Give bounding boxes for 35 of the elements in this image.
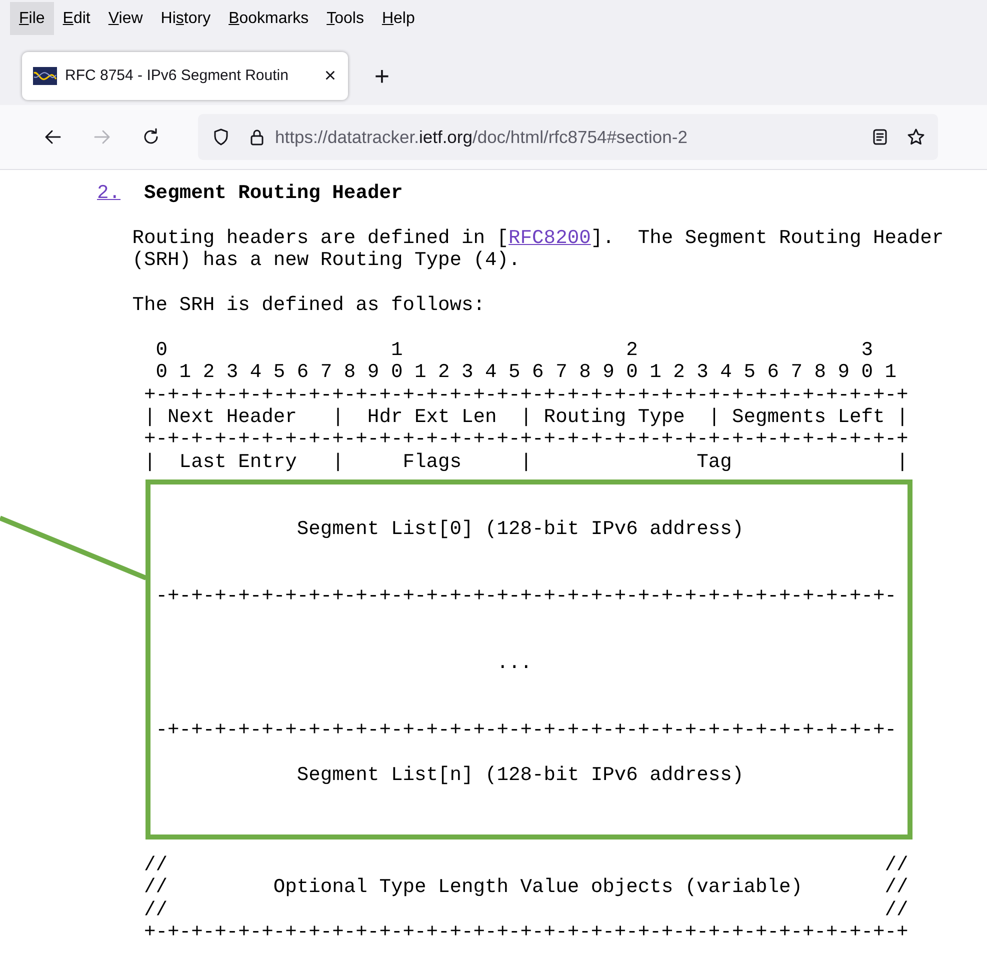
reference-link[interactable]: RFC8200 (508, 226, 591, 249)
diagram-line: -+-+-+-+-+-+-+-+-+-+-+-+-+-+-+-+-+-+-+-+-+-+-+-+-+-+-+-+-+-+-+- (154, 719, 897, 742)
diagram-line: 0 1 2 3 (154, 338, 874, 362)
menu-item[interactable]: View (99, 2, 152, 35)
paragraph-line: The SRH is defined as follows: (132, 294, 486, 316)
menu-item[interactable]: File (10, 2, 54, 35)
new-tab-button[interactable]: + (362, 56, 402, 96)
diagram-line: 0 1 2 3 4 5 6 7 8 9 0 1 2 3 4 5 6 7 8 9 0 1 2 3 4 5 6 7 8 9 0 1 (154, 361, 897, 384)
menu-item[interactable]: History (152, 2, 220, 35)
diagram-line: +-+-+-+-+-+-+-+-+-+-+-+-+-+-+-+-+-+-+-+-+-+-+-+-+-+-+-+-+-+-+-+-+ (144, 384, 908, 406)
diagram-line: ... (496, 652, 532, 675)
favicon-icon (33, 67, 57, 85)
section-heading: Segment Routing Header (144, 182, 403, 204)
paragraph-line: (SRH) has a new Routing Type (4). (132, 249, 520, 272)
diagram-line: +-+-+-+-+-+-+-+-+-+-+-+-+-+-+-+-+-+-+-+-+-+-+-+-+-+-+-+-+-+-+-+-+ (144, 920, 908, 944)
menu-item[interactable]: Bookmarks (220, 2, 318, 35)
diagram-line: Segment List[0] (128-bit IPv6 address) (296, 518, 744, 540)
diagram-line: // Optional Type Length Value objects (variable) // (144, 876, 908, 899)
close-icon[interactable]: × (324, 66, 336, 86)
menu-item[interactable]: Tools (318, 2, 373, 35)
paragraph-line: Routing headers are defined in [RFC8200]. The Segment Routing Header (132, 226, 944, 250)
diagram-line: | Next Header | Hdr Ext Len | Routing Type | Segments Left | (144, 406, 908, 428)
diagram-line: // // (144, 854, 908, 876)
tab-title: RFC 8754 - IPv6 Segment Routin (65, 66, 290, 86)
menu-item[interactable]: Edit (54, 2, 100, 35)
diagram-line: +-+-+-+-+-+-+-+-+-+-+-+-+-+-+-+-+-+-+-+-+-+-+-+-+-+-+-+-+-+-+-+-+ (144, 428, 908, 451)
diagram-line: -+-+-+-+-+-+-+-+-+-+-+-+-+-+-+-+-+-+-+-+-+-+-+-+-+-+-+-+-+-+-+- (154, 585, 897, 608)
address-bar[interactable]: https://datatracker.ietf.org/doc/html/rfc8754#section-2 (198, 114, 938, 160)
diagram-line: // // (144, 898, 908, 921)
menu-item[interactable]: Help (372, 2, 424, 35)
bookmark-star-icon[interactable] (906, 127, 926, 147)
section-number-link[interactable]: 2. (97, 182, 121, 204)
diagram-line: Segment List[n] (128-bit IPv6 address) (296, 764, 744, 787)
diagram-line: | Last Entry | Flags | Tag | (144, 450, 908, 474)
browser-tab[interactable]: RFC 8754 - IPv6 Segment Routin × (22, 52, 348, 100)
